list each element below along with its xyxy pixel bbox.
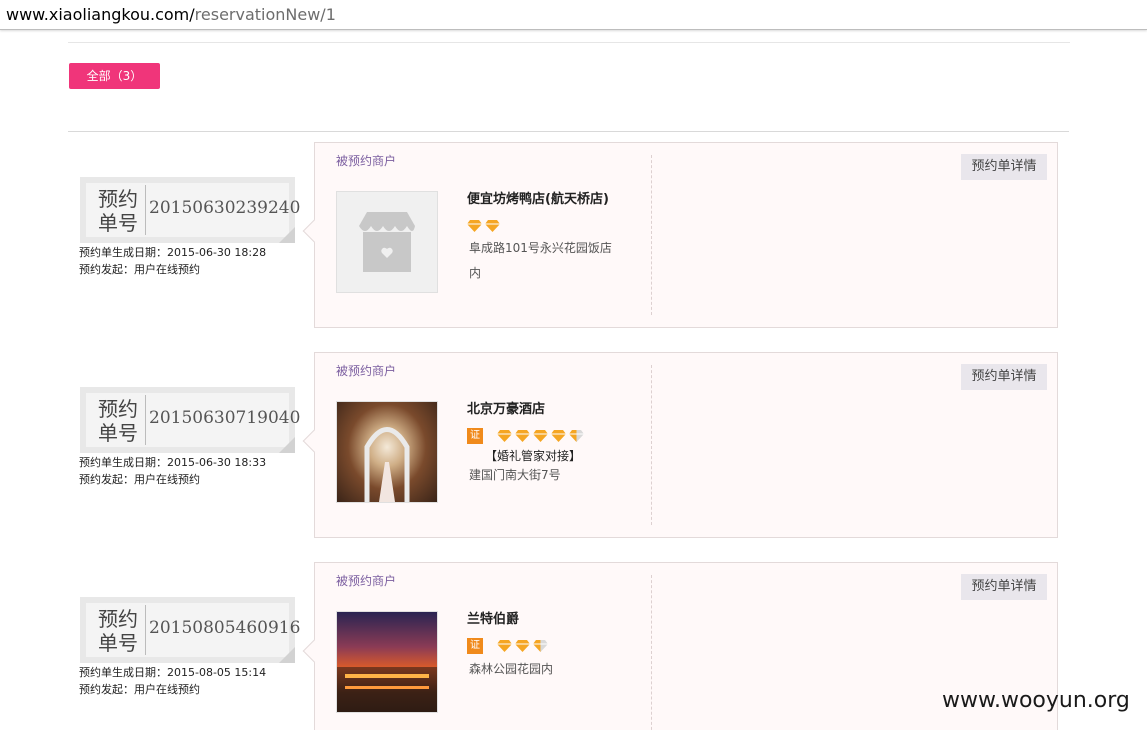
diamond-icon	[551, 430, 566, 442]
reservation-row: 预约单号 20150630719040 预约单生成日期：2015-06-30 1…	[0, 352, 1147, 542]
certified-badge: 证	[467, 428, 483, 444]
store-placeholder-icon[interactable]	[336, 191, 438, 293]
reservation-row: 预约单号 20150630239240 预约单生成日期：2015-06-30 1…	[0, 142, 1147, 332]
origin: 预约发起：用户在线预约	[79, 683, 200, 696]
origin: 预约发起：用户在线预约	[79, 473, 200, 486]
created-date: 预约单生成日期：2015-06-30 18:28	[79, 246, 267, 259]
diamond-icon	[497, 430, 512, 442]
diamond-icon	[467, 220, 482, 232]
address-bar[interactable]: www.xiaoliangkou.com/reservationNew/1	[0, 0, 1147, 30]
reservation-detail-button[interactable]: 预约单详情	[961, 154, 1047, 180]
merchant-card: 被预约商户 便宜坊烤鸭店(航天桥店) 阜成路101号永兴花园饭店内 预约单详情	[302, 142, 1058, 328]
shop-rating: 证	[467, 638, 551, 654]
diamond-icon	[485, 220, 500, 232]
divider	[68, 42, 1070, 43]
reservation-ticket: 预约单号 20150630719040	[80, 387, 300, 453]
created-date: 预约单生成日期：2015-08-05 15:14	[79, 666, 267, 679]
certified-badge: 证	[467, 638, 483, 654]
shop-name[interactable]: 北京万豪酒店	[467, 398, 545, 417]
reservation-number: 20150630239240	[149, 198, 301, 218]
shop-address: 阜成路101号永兴花园饭店内	[469, 241, 612, 280]
diamond-icon	[533, 430, 548, 442]
merchant-caption: 被预约商户	[336, 574, 397, 588]
ticket-label: 预约单号	[98, 397, 138, 445]
reservation-number: 20150630719040	[149, 408, 301, 428]
shop-rating	[467, 218, 503, 234]
shop-name[interactable]: 便宜坊烤鸭店(航天桥店)	[467, 188, 609, 207]
diamond-icon	[515, 640, 530, 652]
half-diamond-icon	[533, 640, 548, 652]
shop-address: 建国门南大街7号	[469, 468, 561, 482]
diamond-icon	[497, 640, 512, 652]
reservation-number: 20150805460916	[149, 618, 301, 638]
reservation-ticket: 预约单号 20150630239240	[80, 177, 300, 243]
ticket-label: 预约单号	[98, 187, 138, 235]
ticket-label: 预约单号	[98, 607, 138, 655]
restaurant-exterior-photo[interactable]	[336, 611, 438, 713]
merchant-caption: 被预约商户	[336, 364, 397, 378]
shop-name[interactable]: 兰特伯爵	[467, 608, 519, 627]
wedding-hall-photo[interactable]	[336, 401, 438, 503]
reservation-ticket: 预约单号 20150805460916	[80, 597, 300, 663]
merchant-caption: 被预约商户	[336, 154, 397, 168]
half-diamond-icon	[569, 430, 584, 442]
divider	[68, 131, 1069, 132]
merchant-card: 被预约商户 北京万豪酒店 证 【婚礼管家对接】 建国门南大街7号 预约单详情	[302, 352, 1058, 538]
watermark: www.wooyun.org	[942, 688, 1130, 713]
shop-tag: 【婚礼管家对接】	[485, 449, 582, 463]
diamond-icon	[515, 430, 530, 442]
shop-rating: 证	[467, 428, 587, 444]
origin: 预约发起：用户在线预约	[79, 263, 200, 276]
url-text[interactable]: www.xiaoliangkou.com/reservationNew/1	[6, 5, 336, 24]
shop-address: 森林公园花园内	[469, 662, 554, 676]
reservation-detail-button[interactable]: 预约单详情	[961, 574, 1047, 600]
created-date: 预约单生成日期：2015-06-30 18:33	[79, 456, 267, 469]
filter-all-button[interactable]: 全部（3）	[69, 63, 160, 89]
reservation-detail-button[interactable]: 预约单详情	[961, 364, 1047, 390]
